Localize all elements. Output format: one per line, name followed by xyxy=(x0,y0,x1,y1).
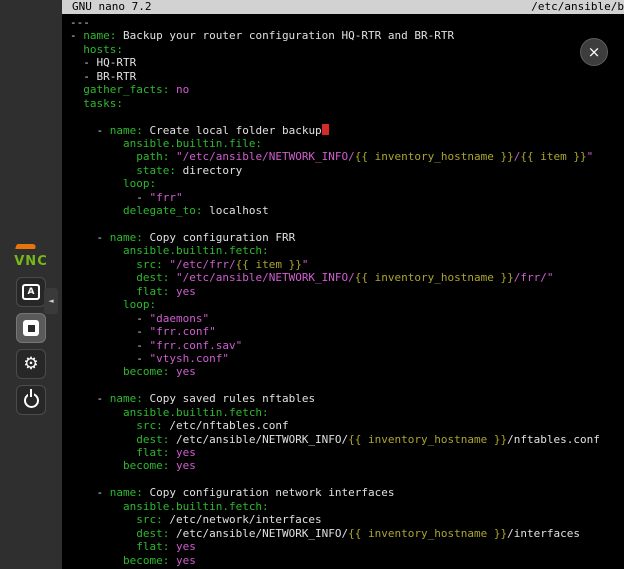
editor-line: - HQ-RTR xyxy=(70,56,624,69)
editor-line: become: yes xyxy=(70,365,624,378)
editor-line: - name: Copy saved rules nftables xyxy=(70,392,624,405)
novnc-logo-text: VNC xyxy=(14,254,47,269)
editor-line: flat: yes xyxy=(70,540,624,553)
keyboard-a-letter: A xyxy=(28,286,35,298)
editor-line xyxy=(70,379,624,392)
terminal-window[interactable]: GNU nano 7.2 /etc/ansible/b ---- name: B… xyxy=(62,0,624,569)
nano-app-title: GNU nano 7.2 xyxy=(72,0,151,14)
chevron-left-icon: ◄ xyxy=(48,297,53,305)
editor-line: path: "/etc/ansible/NETWORK_INFO/{{ inve… xyxy=(70,150,624,163)
editor-line: src: /etc/network/interfaces xyxy=(70,513,624,526)
editor-line: ansible.builtin.fetch: xyxy=(70,406,624,419)
extra-keys-button[interactable]: A xyxy=(16,277,46,307)
power-button[interactable] xyxy=(16,385,46,415)
close-button[interactable]: × xyxy=(580,38,608,66)
editor-line: tasks: xyxy=(70,97,624,110)
novnc-logo-swoosh-icon xyxy=(15,244,37,249)
editor-lines[interactable]: ---- name: Backup your router configurat… xyxy=(62,14,624,567)
editor-line: - "frr.conf.sav" xyxy=(70,339,624,352)
close-icon: × xyxy=(588,43,601,61)
editor-line: dest: "/etc/ansible/NETWORK_INFO/{{ inve… xyxy=(70,271,624,284)
nano-title-bar: GNU nano 7.2 /etc/ansible/b xyxy=(62,0,624,14)
editor-line: - "frr.conf" xyxy=(70,325,624,338)
editor-line: hosts: xyxy=(70,43,624,56)
nano-file-path: /etc/ansible/b xyxy=(531,0,624,14)
editor-line: - name: Create local folder backup xyxy=(70,124,624,137)
editor-line: gather_facts: no xyxy=(70,83,624,96)
editor-line: - "vtysh.conf" xyxy=(70,352,624,365)
editor-line: loop: xyxy=(70,177,624,190)
vnc-control-bar: VNC A ⚙ xyxy=(0,244,62,421)
editor-line xyxy=(70,473,624,486)
keyboard-a-icon: A xyxy=(22,284,40,300)
fullscreen-button[interactable] xyxy=(16,313,46,343)
editor-line: --- xyxy=(70,16,624,29)
editor-line: - "frr" xyxy=(70,191,624,204)
editor-line: ansible.builtin.fetch: xyxy=(70,244,624,257)
power-icon xyxy=(24,393,39,408)
editor-line: become: yes xyxy=(70,554,624,567)
fullscreen-icon xyxy=(23,320,39,336)
screen: GNU nano 7.2 /etc/ansible/b ---- name: B… xyxy=(0,0,624,569)
editor-line: - name: Copy configuration FRR xyxy=(70,231,624,244)
editor-line: src: /etc/nftables.conf xyxy=(70,419,624,432)
editor-line: state: directory xyxy=(70,164,624,177)
settings-button[interactable]: ⚙ xyxy=(16,349,46,379)
editor-line xyxy=(70,110,624,123)
editor-line: ansible.builtin.fetch: xyxy=(70,500,624,513)
editor-line: - name: Copy configuration network inter… xyxy=(70,486,624,499)
editor-line: flat: yes xyxy=(70,446,624,459)
editor-line xyxy=(70,218,624,231)
editor-line: - name: Backup your router configuration… xyxy=(70,29,624,42)
novnc-logo: VNC xyxy=(0,244,62,269)
editor-line: ansible.builtin.file: xyxy=(70,137,624,150)
gear-icon: ⚙ xyxy=(23,356,38,373)
editor-line: loop: xyxy=(70,298,624,311)
editor-line: - BR-RTR xyxy=(70,70,624,83)
editor-line: flat: yes xyxy=(70,285,624,298)
text-cursor xyxy=(322,124,329,135)
editor-line: dest: /etc/ansible/NETWORK_INFO/{{ inven… xyxy=(70,527,624,540)
editor-line: dest: /etc/ansible/NETWORK_INFO/{{ inven… xyxy=(70,433,624,446)
editor-line: src: "/etc/frr/{{ item }}" xyxy=(70,258,624,271)
control-bar-handle[interactable]: ◄ xyxy=(44,288,58,314)
editor-line: - "daemons" xyxy=(70,312,624,325)
editor-line: become: yes xyxy=(70,459,624,472)
editor-line: delegate_to: localhost xyxy=(70,204,624,217)
